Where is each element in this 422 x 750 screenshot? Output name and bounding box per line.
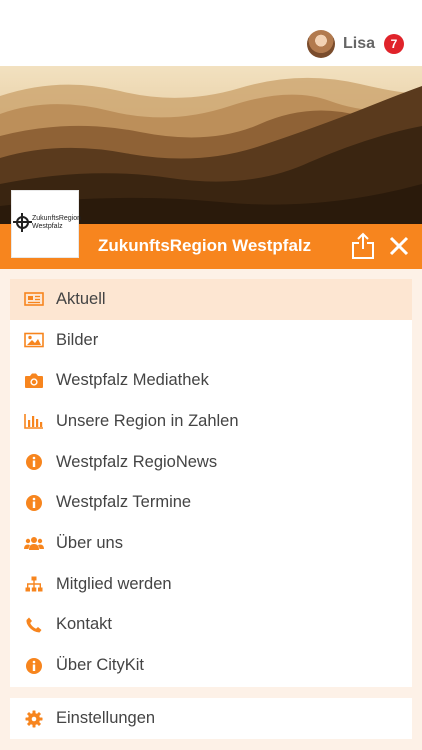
- camera-icon: [24, 371, 44, 391]
- logo-text-line1: ZukunftsRegion: [32, 215, 82, 222]
- menu-item-label: Unsere Region in Zahlen: [56, 411, 239, 430]
- sitemap-icon: [24, 574, 44, 594]
- menu-item-label: Über CityKit: [56, 656, 145, 675]
- info-icon: [24, 493, 44, 513]
- menu-item-westpfalz-regionews[interactable]: Westpfalz RegioNews: [10, 442, 412, 483]
- close-icon: [389, 236, 409, 256]
- image-icon: [24, 330, 44, 350]
- menu-item-bilder[interactable]: Bilder: [10, 320, 412, 361]
- avatar[interactable]: [306, 30, 335, 58]
- newspaper-icon: [24, 289, 44, 309]
- menu-item-mitglied-werden[interactable]: Mitglied werden: [10, 564, 412, 605]
- info-icon: [24, 656, 44, 676]
- close-button[interactable]: [387, 234, 411, 258]
- menu-item-westpfalz-termine[interactable]: Westpfalz Termine: [10, 482, 412, 523]
- top-bar: Lisa 7: [0, 0, 422, 66]
- info-icon: [24, 452, 44, 472]
- menu-item-label: Westpfalz Termine: [56, 493, 192, 512]
- share-button[interactable]: [350, 232, 376, 260]
- menu-item-westpfalz-mediathek[interactable]: Westpfalz Mediathek: [10, 360, 412, 401]
- menu-item-aktuell[interactable]: Aktuell: [10, 279, 412, 320]
- phone-icon: [24, 615, 44, 635]
- menu-item-label: Westpfalz RegioNews: [56, 452, 218, 471]
- user-profile[interactable]: Lisa 7: [306, 29, 404, 59]
- logo-text-line2: Westpfalz: [32, 223, 63, 230]
- menu-item-kontakt[interactable]: Kontakt: [10, 605, 412, 646]
- settings-item[interactable]: Einstellungen: [10, 698, 412, 739]
- menu-item-label: Aktuell: [56, 289, 106, 308]
- menu-item-label: Westpfalz Mediathek: [56, 371, 209, 390]
- settings-label: Einstellungen: [56, 709, 156, 727]
- menu-item-label: Über uns: [56, 533, 123, 552]
- menu-item-label: Bilder: [56, 330, 99, 349]
- gear-icon: [24, 709, 44, 729]
- user-name[interactable]: Lisa: [343, 35, 375, 53]
- users-icon: [24, 533, 44, 553]
- share-icon: [352, 232, 374, 259]
- zukunftsregion-logo: ZukunftsRegion Westpfalz: [11, 190, 81, 258]
- menu-item-label: Kontakt: [56, 615, 112, 634]
- navigation-menu: Aktuell Bilder Westpfalz Mediathek Unser…: [10, 279, 412, 687]
- menu-item-label: Mitglied werden: [56, 574, 172, 593]
- notification-badge[interactable]: 7: [384, 34, 404, 54]
- page-title: ZukunftsRegion Westpfalz: [98, 236, 312, 255]
- menu-item-unsere-region-in-zahlen[interactable]: Unsere Region in Zahlen: [10, 401, 412, 442]
- logo-text: ZukunftsRegion Westpfalz: [32, 215, 81, 231]
- menu-item-ueber-uns[interactable]: Über uns: [10, 523, 412, 564]
- menu-item-ueber-citykit[interactable]: Über CityKit: [10, 645, 412, 686]
- crosshair-logo-icon: [13, 213, 32, 232]
- bar-chart-icon: [24, 411, 44, 431]
